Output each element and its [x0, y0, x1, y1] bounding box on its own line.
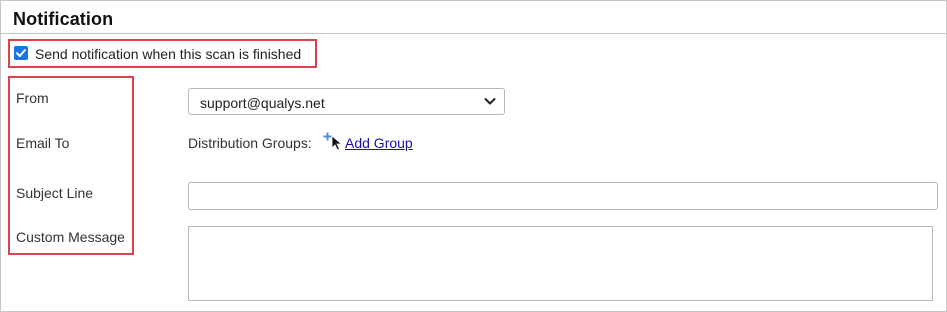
subject-line-input[interactable]	[188, 182, 938, 210]
from-select-value: support@qualys.net	[200, 95, 325, 111]
from-label: From	[16, 90, 49, 106]
custom-message-label: Custom Message	[16, 229, 125, 245]
send-notification-label[interactable]: Send notification when this scan is fini…	[35, 46, 301, 62]
custom-message-textarea[interactable]	[188, 226, 933, 301]
add-group-link[interactable]: Add Group	[345, 135, 413, 151]
distribution-groups-label: Distribution Groups:	[188, 135, 312, 151]
section-header: Notification	[1, 1, 946, 34]
subject-line-label: Subject Line	[16, 185, 94, 201]
chevron-down-icon	[484, 98, 496, 105]
checkmark-icon	[16, 49, 26, 57]
cursor-icon	[331, 135, 343, 151]
send-notification-checkbox[interactable]	[14, 46, 28, 60]
section-title: Notification	[13, 9, 114, 29]
notification-panel: Notification Send notification when this…	[0, 0, 947, 312]
email-to-label: Email To	[16, 135, 70, 151]
from-select[interactable]: support@qualys.net	[188, 88, 505, 115]
